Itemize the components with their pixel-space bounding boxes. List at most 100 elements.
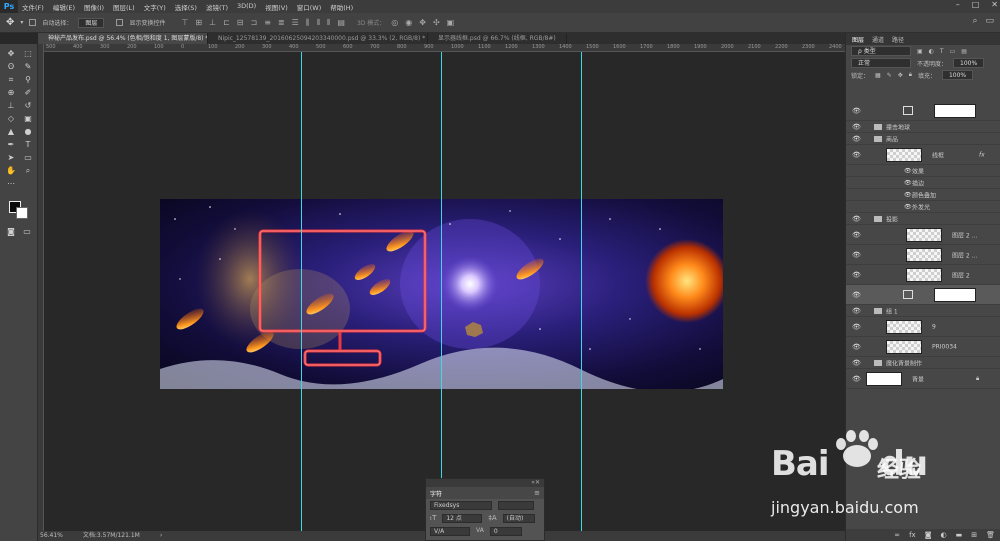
lock-all-icon[interactable]: 🔒︎: [909, 71, 912, 79]
align-center-icon[interactable]: ⊟: [237, 18, 244, 28]
menu-item[interactable]: 帮助(H): [330, 2, 353, 12]
kerning-field[interactable]: V/A: [430, 527, 470, 536]
layer-filter-dropdown[interactable]: ρ 类型: [851, 46, 911, 56]
dodge-icon[interactable]: ●: [21, 126, 35, 137]
fx-icon[interactable]: fx: [909, 531, 916, 539]
auto-select-dropdown[interactable]: 图层: [78, 17, 105, 28]
more-tools-icon[interactable]: ⋯: [4, 178, 18, 189]
visibility-eye-icon[interactable]: 👁︎: [852, 151, 861, 159]
visibility-eye-icon[interactable]: 👁︎: [852, 343, 861, 351]
layer-row[interactable]: 👁︎ PRI0034: [846, 337, 1000, 357]
slide-3d-icon[interactable]: ✣: [433, 18, 440, 27]
zoom-level[interactable]: 56.41%: [40, 531, 63, 541]
gradient-icon[interactable]: ▣: [21, 113, 35, 124]
character-tab[interactable]: 字符: [430, 489, 442, 498]
filter-image-icon[interactable]: ▣: [917, 48, 923, 55]
new-group-icon[interactable]: ▬: [956, 531, 963, 539]
zoom-icon[interactable]: ⌕: [21, 165, 35, 176]
layer-row[interactable]: 👁︎ 图层 2 ...: [846, 245, 1000, 265]
layer-row[interactable]: 👁︎ 魔化背景制作: [846, 357, 1000, 369]
close-icon[interactable]: ✕: [991, 0, 998, 9]
lock-position-icon[interactable]: ✥: [898, 72, 903, 79]
minimize-icon[interactable]: –: [956, 0, 960, 9]
leading-field[interactable]: (自动): [502, 514, 535, 523]
auto-select-checkbox[interactable]: [29, 19, 37, 26]
menu-item[interactable]: 图像(I): [84, 2, 104, 12]
layer-row[interactable]: 👁︎ 图层 2: [846, 265, 1000, 285]
auto-align-icon[interactable]: ▤: [337, 18, 345, 28]
layer-thumbnail[interactable]: [886, 148, 922, 162]
layer-row[interactable]: 👁︎ 图层 2 ...: [846, 225, 1000, 245]
menu-item[interactable]: 编辑(E): [53, 2, 75, 12]
align-top-icon[interactable]: ⊤: [181, 18, 188, 28]
layer-thumbnail[interactable]: [906, 228, 942, 242]
maximize-icon[interactable]: □: [972, 0, 980, 9]
layer-thumbnail[interactable]: [906, 268, 942, 282]
distribute-top-icon[interactable]: ≡: [264, 18, 271, 28]
blend-mode-dropdown[interactable]: 正常: [851, 58, 911, 68]
effect-eye-icon[interactable]: 👁︎: [904, 179, 912, 186]
layer-row[interactable]: 👁︎ 组 1: [846, 305, 1000, 317]
font-style-select[interactable]: [498, 501, 534, 510]
healing-icon[interactable]: ⊕: [4, 87, 18, 98]
document-tab[interactable]: Nipic_12578139_20160625094203340000.psd …: [208, 33, 428, 44]
menu-item[interactable]: 窗口(W): [297, 2, 322, 12]
eraser-icon[interactable]: ◇: [4, 113, 18, 124]
layer-row[interactable]: 👁︎ 描边: [846, 177, 1000, 189]
layer-row[interactable]: 👁︎: [846, 285, 1000, 305]
font-family-select[interactable]: Fixedsys: [430, 501, 492, 510]
layer-row[interactable]: 👁︎: [846, 101, 1000, 121]
fill-field[interactable]: 100%: [941, 70, 974, 80]
filter-adjust-icon[interactable]: ◐: [929, 48, 934, 55]
doc-size[interactable]: 文档:3.57M/121.1M: [83, 531, 140, 541]
layer-row[interactable]: 👁︎ 背景 🔒︎: [846, 369, 1000, 389]
document-tab[interactable]: 显示器线框.psd @ 66.7% (线框, RGB/8#): [428, 33, 567, 44]
quick-mask-icon[interactable]: ◙: [4, 226, 18, 237]
search-icon[interactable]: ⌕: [972, 16, 977, 26]
effect-eye-icon[interactable]: 👁︎: [904, 167, 912, 174]
distribute-bottom-icon[interactable]: ☰: [292, 18, 299, 28]
new-layer-icon[interactable]: ⊞: [971, 531, 977, 539]
visibility-eye-icon[interactable]: 👁︎: [852, 251, 861, 259]
visibility-eye-icon[interactable]: 👁︎: [852, 307, 861, 315]
eyedropper-icon[interactable]: ⚲: [21, 74, 35, 85]
layer-thumbnail[interactable]: [886, 340, 922, 354]
align-right-icon[interactable]: ⊐: [251, 18, 258, 28]
marquee-icon[interactable]: ⬚: [21, 48, 35, 59]
opacity-field[interactable]: 100%: [953, 58, 985, 68]
mask-icon[interactable]: ◙: [925, 531, 932, 539]
quick-select-icon[interactable]: ✎: [21, 61, 35, 72]
layer-mask-thumbnail[interactable]: [934, 288, 976, 302]
guide-line[interactable]: [441, 52, 442, 531]
fx-badge[interactable]: fx: [979, 151, 985, 158]
distribute-left-icon[interactable]: ⫼: [306, 18, 310, 28]
shape-icon[interactable]: ▭: [21, 152, 35, 163]
visibility-eye-icon[interactable]: 👁︎: [852, 135, 861, 143]
show-transform-checkbox[interactable]: [116, 19, 124, 26]
layer-row[interactable]: 👁︎ 颜色叠加: [846, 189, 1000, 201]
layer-row[interactable]: 👁︎ 线框 fx: [846, 145, 1000, 165]
type-icon[interactable]: T: [21, 139, 35, 150]
visibility-eye-icon[interactable]: 👁︎: [852, 271, 861, 279]
menu-item[interactable]: 文字(Y): [144, 2, 166, 12]
screen-mode-icon[interactable]: ▭: [20, 226, 34, 237]
crop-icon[interactable]: ⌗: [4, 74, 18, 85]
brush-icon[interactable]: ✐: [21, 87, 35, 98]
hand-icon[interactable]: ✋: [4, 165, 18, 176]
menu-item[interactable]: 选择(S): [175, 2, 197, 12]
font-size-field[interactable]: 12 点: [442, 514, 483, 523]
document-tab[interactable]: 神秘产品发布.psd @ 56.4% (色相/饱和度 1, 图层蒙版/8) *: [38, 33, 208, 44]
layer-row[interactable]: 👁︎ 撞击地球: [846, 121, 1000, 133]
layer-row[interactable]: 👁︎ 外发光: [846, 201, 1000, 213]
layer-row[interactable]: 👁︎ 投影: [846, 213, 1000, 225]
status-menu-icon[interactable]: ›: [160, 531, 162, 541]
background-color[interactable]: [16, 207, 28, 219]
layer-row[interactable]: 👁︎ 9: [846, 317, 1000, 337]
move-tool-icon[interactable]: ✥: [6, 17, 14, 28]
lock-paint-icon[interactable]: ✎: [887, 72, 892, 79]
stamp-icon[interactable]: ⊥: [4, 100, 18, 111]
panel-tab[interactable]: 图层: [852, 35, 864, 44]
roll-3d-icon[interactable]: ◉: [405, 18, 412, 27]
lock-pixels-icon[interactable]: ▦: [875, 72, 881, 79]
rotate-3d-icon[interactable]: ◎: [391, 18, 398, 27]
